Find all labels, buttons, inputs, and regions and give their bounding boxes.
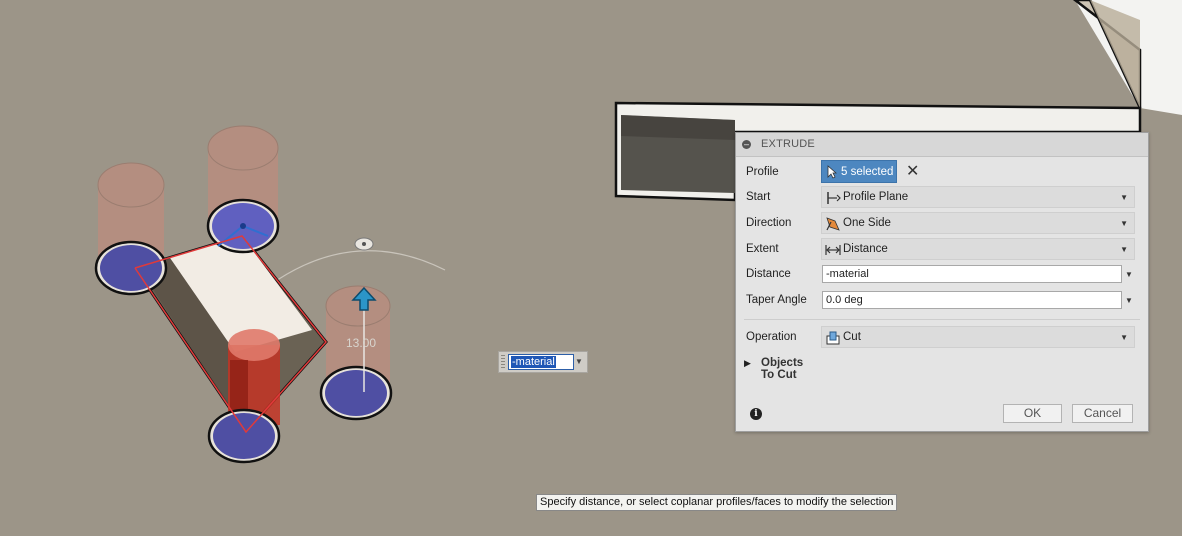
taper-angle-input[interactable]: 0.0 deg bbox=[822, 291, 1122, 309]
distance-label: Distance bbox=[746, 268, 791, 280]
status-tooltip: Specify distance, or select coplanar pro… bbox=[536, 494, 898, 511]
profile-select-button[interactable]: 5 selected bbox=[821, 160, 897, 183]
extent-row: Extent Distance ▼ bbox=[736, 237, 1148, 261]
chevron-down-icon: ▼ bbox=[1120, 333, 1128, 342]
ok-button[interactable]: OK bbox=[1003, 404, 1062, 423]
one-side-icon bbox=[826, 217, 840, 231]
operation-value: Cut bbox=[843, 331, 861, 343]
chevron-down-icon[interactable]: ▼ bbox=[1125, 270, 1133, 279]
direction-label: Direction bbox=[746, 217, 792, 229]
objects-to-cut-label: Objects To Cut bbox=[761, 357, 804, 381]
cursor-icon bbox=[827, 165, 837, 179]
dialog-title: EXTRUDE bbox=[761, 138, 815, 150]
angle-arc bbox=[269, 250, 446, 286]
chevron-down-icon: ▼ bbox=[1120, 193, 1128, 202]
chevron-down-icon[interactable]: ▼ bbox=[573, 354, 585, 370]
chevron-down-icon[interactable]: ▼ bbox=[1125, 296, 1133, 305]
floating-distance-input[interactable]: -material ▼ bbox=[498, 351, 588, 373]
profile-label: Profile bbox=[746, 166, 779, 178]
operation-select[interactable]: Cut ▼ bbox=[821, 326, 1135, 348]
clear-selection-icon[interactable]: ✕ bbox=[906, 161, 919, 181]
dialog-titlebar[interactable]: – EXTRUDE bbox=[736, 133, 1148, 157]
extrude-dialog: – EXTRUDE Profile 5 selected ✕ Start Pro… bbox=[735, 132, 1149, 432]
expand-triangle-icon[interactable]: ▶ bbox=[744, 358, 751, 369]
taper-angle-label: Taper Angle bbox=[746, 294, 807, 306]
profile-row: Profile 5 selected ✕ bbox=[736, 160, 1148, 184]
extent-select[interactable]: Distance ▼ bbox=[821, 238, 1135, 260]
profile-count: 5 selected bbox=[841, 166, 894, 178]
operation-label: Operation bbox=[746, 331, 797, 343]
direction-row: Direction One Side ▼ bbox=[736, 211, 1148, 235]
chevron-down-icon: ▼ bbox=[1120, 219, 1128, 228]
cancel-button[interactable]: Cancel bbox=[1072, 404, 1133, 423]
extent-value: Distance bbox=[843, 243, 888, 255]
dimension-label: 13.00 bbox=[346, 336, 376, 350]
distance-row: Distance -material ▼ bbox=[736, 262, 1148, 286]
drag-grip-icon[interactable] bbox=[501, 355, 505, 369]
distance-input[interactable]: -material bbox=[822, 265, 1122, 283]
profile-plane-icon bbox=[827, 192, 841, 204]
start-label: Start bbox=[746, 191, 771, 203]
taper-angle-row: Taper Angle 0.0 deg ▼ bbox=[736, 288, 1148, 312]
cut-icon bbox=[826, 331, 840, 345]
distance-icon bbox=[825, 245, 841, 255]
collapse-icon[interactable]: – bbox=[742, 140, 751, 149]
direction-select[interactable]: One Side ▼ bbox=[821, 212, 1135, 234]
divider bbox=[744, 319, 1140, 320]
chevron-down-icon: ▼ bbox=[1120, 245, 1128, 254]
direction-value: One Side bbox=[843, 217, 891, 229]
floating-distance-value: -material bbox=[511, 356, 556, 368]
start-select[interactable]: Profile Plane ▼ bbox=[821, 186, 1135, 208]
operation-row: Operation Cut ▼ bbox=[736, 325, 1148, 349]
start-value: Profile Plane bbox=[843, 191, 909, 203]
floating-distance-field[interactable]: -material bbox=[508, 354, 574, 370]
info-icon[interactable]: i bbox=[750, 408, 762, 420]
start-row: Start Profile Plane ▼ bbox=[736, 185, 1148, 209]
extent-label: Extent bbox=[746, 243, 779, 255]
